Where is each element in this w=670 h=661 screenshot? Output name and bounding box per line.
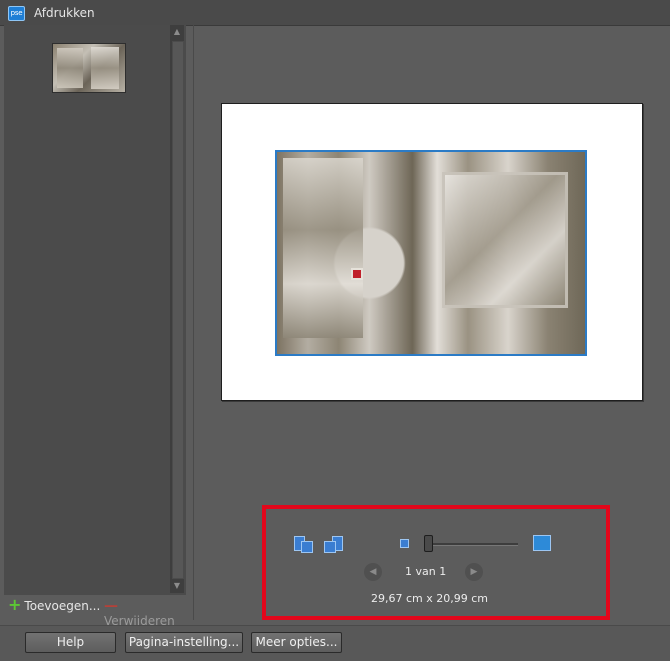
- add-button[interactable]: + Toevoegen...: [8, 595, 101, 614]
- scroll-up-icon[interactable]: ▲: [170, 25, 184, 39]
- plus-icon: +: [8, 595, 22, 614]
- panel-divider: [193, 25, 194, 620]
- window-title: Afdrukken: [34, 6, 95, 20]
- help-button[interactable]: Help: [25, 632, 116, 653]
- thumbnail-actions: + Toevoegen... —Verwijderen: [4, 595, 186, 629]
- rotate-right-button[interactable]: [324, 536, 343, 553]
- zoom-slider-track[interactable]: [432, 543, 518, 546]
- page-setup-button[interactable]: Pagina-instelling...: [125, 632, 243, 653]
- minus-icon: —: [104, 598, 118, 614]
- preview-photo[interactable]: [275, 150, 587, 356]
- photo-detail-right: [442, 172, 568, 308]
- page-size-label: 29,67 cm x 20,99 cm: [371, 592, 489, 605]
- photo-detail-gem: [351, 268, 363, 280]
- next-page-button[interactable]: ▶: [465, 563, 483, 581]
- rotate-left-button[interactable]: [294, 536, 313, 553]
- scrollbar-thumb[interactable]: [172, 41, 184, 579]
- remove-button[interactable]: —Verwijderen: [104, 598, 186, 628]
- scroll-down-icon[interactable]: ▼: [170, 579, 184, 593]
- app-icon: pse: [8, 6, 25, 21]
- photo-detail-left: [283, 158, 363, 338]
- thumbnail-detail-left: [57, 48, 83, 88]
- title-bar: pse Afdrukken: [0, 0, 670, 26]
- print-preview-page: [221, 103, 643, 401]
- zoom-small-icon[interactable]: [400, 539, 409, 548]
- prev-page-button[interactable]: ◀: [364, 563, 382, 581]
- thumbnail-scrollbar[interactable]: ▲ ▼: [170, 25, 184, 593]
- zoom-slider-handle[interactable]: [424, 535, 433, 552]
- thumbnail-detail-right: [91, 47, 119, 89]
- zoom-large-icon[interactable]: [533, 535, 551, 551]
- more-options-button[interactable]: Meer opties...: [251, 632, 342, 653]
- add-button-label: Toevoegen...: [24, 599, 101, 613]
- chevron-left-icon: ◀: [369, 567, 377, 577]
- chevron-right-icon: ▶: [470, 567, 478, 577]
- photo-thumbnail[interactable]: [52, 43, 126, 93]
- page-indicator: 1 van 1: [405, 565, 447, 578]
- thumbnail-panel: [4, 25, 186, 595]
